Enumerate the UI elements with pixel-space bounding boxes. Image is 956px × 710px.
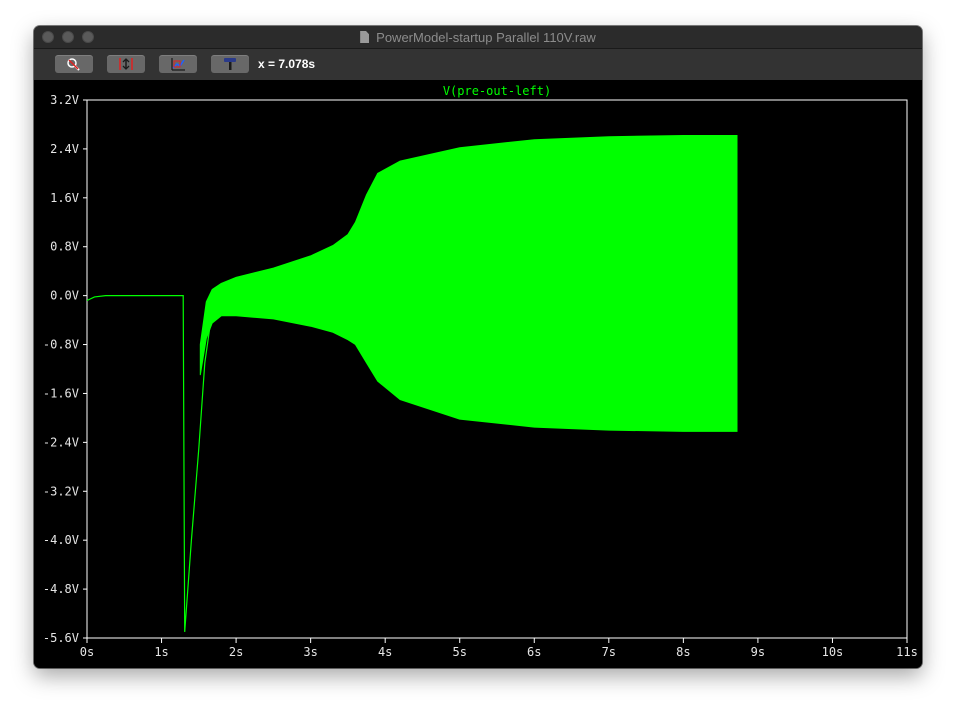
title-bar: PowerModel-startup Parallel 110V.raw	[34, 26, 922, 49]
y-tick-label: -3.2V	[43, 484, 79, 498]
oscillation-envelope	[199, 135, 738, 432]
y-tick-label: -5.6V	[43, 631, 79, 645]
y-tick-label: 0.8V	[50, 240, 79, 254]
x-tick-label: 11s	[896, 645, 918, 659]
cursor-readout: x = 7.078s	[258, 57, 316, 71]
x-tick-label: 10s	[822, 645, 844, 659]
y-tick-label: 0.0V	[50, 289, 79, 303]
x-tick-label: 6s	[527, 645, 541, 659]
autoscale-button[interactable]	[107, 55, 145, 73]
x-tick-label: 3s	[303, 645, 317, 659]
zoom-icon	[67, 58, 80, 71]
y-tick-label: -4.0V	[43, 533, 79, 547]
x-tick-label: 8s	[676, 645, 690, 659]
window-title: PowerModel-startup Parallel 110V.raw	[376, 29, 596, 45]
window-title-wrap: PowerModel-startup Parallel 110V.raw	[34, 26, 922, 48]
toolbar: x = 7.078s	[34, 49, 922, 80]
chart-title: V(pre-out-left)	[443, 84, 551, 98]
document-icon	[360, 31, 370, 43]
pan-button[interactable]	[159, 55, 197, 73]
y-tick-label: -2.4V	[43, 435, 79, 449]
zoom-button[interactable]	[55, 55, 93, 73]
y-tick-label: -1.6V	[43, 386, 79, 400]
plot-area[interactable]: V(pre-out-left) 3.2V 2.4V 1.6V 0.8V 0.0V -0.8V…	[34, 80, 922, 668]
x-tick-label: 9s	[751, 645, 765, 659]
y-tick-label: -0.8V	[43, 338, 79, 352]
x-tick-label: 7s	[602, 645, 616, 659]
x-tick-label: 2s	[229, 645, 243, 659]
series-line	[86, 295, 211, 632]
x-tick-label: 1s	[154, 645, 168, 659]
y-tick-label: 3.2V	[50, 93, 79, 107]
waveform-chart: V(pre-out-left) 3.2V 2.4V 1.6V 0.8V 0.0V -0.8V…	[43, 84, 918, 659]
x-tick-label: 5s	[453, 645, 467, 659]
autoscale-icon	[119, 58, 133, 70]
x-tick-label: 4s	[378, 645, 392, 659]
waveform-window: PowerModel-startup Parallel 110V.raw x =…	[34, 26, 922, 668]
hammer-button[interactable]	[211, 55, 249, 73]
y-tick-label: -4.8V	[43, 582, 79, 596]
pan-icon	[171, 58, 185, 71]
hammer-icon	[224, 58, 236, 70]
x-tick-label: 0s	[80, 645, 94, 659]
y-tick-label: 1.6V	[50, 191, 79, 205]
y-tick-label: 2.4V	[50, 142, 79, 156]
